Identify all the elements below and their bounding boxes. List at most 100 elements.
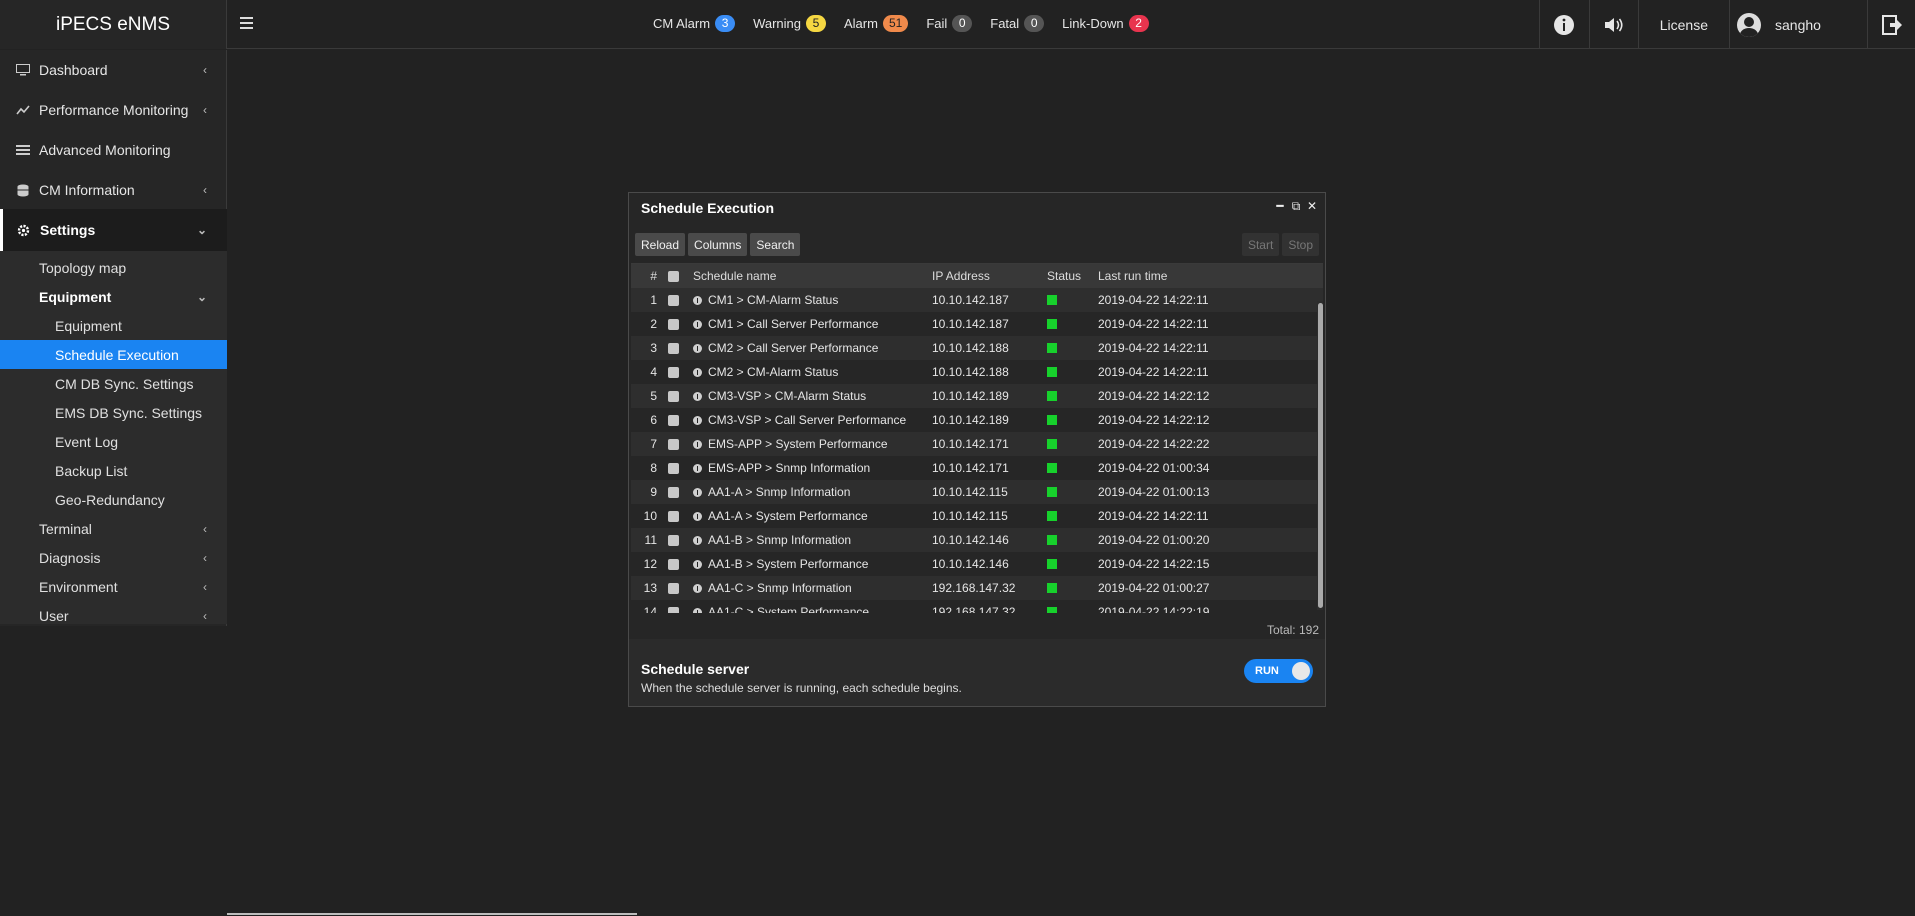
info-icon[interactable] [693,319,702,329]
grid-scrollbar[interactable] [1318,303,1323,608]
row-checkbox[interactable] [660,366,686,378]
column-header-ip[interactable]: IP Address [926,269,1041,283]
sidebar-item-ems-db-sync[interactable]: EMS DB Sync. Settings [0,398,227,427]
window-title[interactable]: Schedule Execution [629,193,1325,223]
sidebar-item-cm-db-sync[interactable]: CM DB Sync. Settings [0,369,227,398]
sidebar-item-schedule-execution[interactable]: Schedule Execution [0,340,227,369]
row-checkbox[interactable] [660,534,686,546]
sidebar-item-diagnosis[interactable]: Diagnosis ‹ [0,543,227,572]
restore-icon[interactable]: ⧉ [1291,199,1301,213]
info-icon[interactable] [693,535,702,545]
row-checkbox[interactable] [660,414,686,426]
sidebar-item-cm-information[interactable]: CM Information ‹ [0,170,227,210]
sidebar-item-equipment-group[interactable]: Equipment ⌄ [0,282,227,311]
logout-button[interactable] [1867,0,1915,49]
sidebar-item-terminal[interactable]: Terminal ‹ [0,514,227,543]
table-row[interactable]: 6 CM3-VSP > Call Server Performance 10.10.… [631,408,1323,432]
info-button[interactable] [1538,0,1589,49]
schedule-name-cell: EMS-APP > Snmp Information [686,461,926,475]
sidebar-item-environment[interactable]: Environment ‹ [0,572,227,601]
row-checkbox[interactable] [660,510,686,522]
app-title[interactable]: iPECS eNMS [0,0,227,49]
ip-address-cell: 10.10.142.115 [932,485,1008,499]
info-icon[interactable] [693,295,702,305]
license-link[interactable]: License [1637,0,1729,49]
table-row[interactable]: 14 AA1-C > System Performance 192.168.147.… [631,600,1323,613]
alarm-link-down[interactable]: Link-Down 2 [1062,15,1149,32]
table-row[interactable]: 5 CM3-VSP > CM-Alarm Status 10.10.142.189 2… [631,384,1323,408]
info-icon[interactable] [693,583,702,593]
info-icon[interactable] [693,367,702,377]
schedule-server-toggle[interactable]: RUN [1244,659,1313,683]
sidebar-item-settings[interactable]: Settings ⌄ [0,209,227,251]
info-icon[interactable] [693,487,702,497]
status-indicator [1047,391,1057,401]
minimize-icon[interactable]: ━ [1275,199,1285,213]
row-checkbox[interactable] [660,390,686,402]
row-checkbox[interactable] [660,438,686,450]
table-row[interactable]: 9 AA1-A > Snmp Information 10.10.142.115 20… [631,480,1323,504]
alarm-fatal[interactable]: Fatal 0 [990,15,1045,32]
sidebar-item-user[interactable]: User ‹ [0,601,227,630]
info-icon[interactable] [693,559,702,569]
search-button[interactable]: Search [750,233,801,256]
column-header-status[interactable]: Status [1041,269,1096,283]
table-row[interactable]: 13 AA1-C > Snmp Information 192.168.147.32… [631,576,1323,600]
info-icon[interactable] [693,343,702,353]
info-icon[interactable] [693,607,702,613]
table-row[interactable]: 3 CM2 > Call Server Performance 10.10.142.… [631,336,1323,360]
ip-address-cell: 10.10.142.188 [932,341,1009,355]
sidebar-item-event-log[interactable]: Event Log [0,427,227,456]
table-row[interactable]: 8 EMS-APP > Snmp Information 10.10.142.171… [631,456,1323,480]
table-row[interactable]: 7 EMS-APP > System Performance 10.10.142.1… [631,432,1323,456]
row-checkbox[interactable] [660,606,686,613]
last-run-cell: 2019-04-22 14:22:11 [1098,509,1209,523]
table-row[interactable]: 4 CM2 > CM-Alarm Status 10.10.142.188 2019-… [631,360,1323,384]
table-row[interactable]: 11 AA1-B > Snmp Information 10.10.142.146 2… [631,528,1323,552]
info-icon[interactable] [693,415,702,425]
sidebar-item-label: CM Information [39,182,135,198]
row-checkbox[interactable] [660,318,686,330]
row-checkbox[interactable] [660,486,686,498]
sidebar-item-equipment[interactable]: Equipment [0,311,227,340]
alarm-warning[interactable]: Warning 5 [753,15,826,32]
row-checkbox[interactable] [660,294,686,306]
start-button[interactable]: Start [1241,233,1280,256]
status-cell [1041,391,1096,401]
sidebar-item-dashboard[interactable]: Dashboard ‹ [0,50,227,90]
alarm-alarm[interactable]: Alarm 51 [844,15,909,32]
sound-button[interactable] [1588,0,1638,49]
alarm-fail-label: Fail [926,16,948,31]
last-run-cell: 2019-04-22 14:22:19 [1098,605,1210,613]
close-icon[interactable]: ✕ [1307,199,1317,213]
info-icon[interactable] [693,391,702,401]
table-row[interactable]: 12 AA1-B > System Performance 10.10.142.14… [631,552,1323,576]
select-all-checkbox[interactable] [660,270,686,282]
info-icon[interactable] [693,439,702,449]
schedule-name: CM3-VSP > CM-Alarm Status [708,389,867,403]
sidebar-item-geo-redundancy[interactable]: Geo-Redundancy [0,485,227,514]
sidebar-item-backup-list[interactable]: Backup List [0,456,227,485]
row-checkbox[interactable] [660,582,686,594]
alarm-cm[interactable]: CM Alarm 3 [653,15,736,32]
columns-button[interactable]: Columns [688,233,748,256]
user-menu[interactable]: sangho [1729,0,1867,49]
sidebar-item-advanced-monitoring[interactable]: Advanced Monitoring [0,130,227,170]
stop-button[interactable]: Stop [1282,233,1319,256]
horizontal-scrollbar[interactable] [227,913,637,915]
sidebar-item-topology-map[interactable]: Topology map [0,253,227,282]
info-icon[interactable] [693,511,702,521]
reload-button[interactable]: Reload [635,233,686,256]
alarm-fail[interactable]: Fail 0 [926,15,973,32]
info-icon[interactable] [693,463,702,473]
table-row[interactable]: 10 AA1-A > System Performance 10.10.142.11… [631,504,1323,528]
row-checkbox[interactable] [660,558,686,570]
column-header-last-run[interactable]: Last run time [1096,269,1246,283]
row-checkbox[interactable] [660,462,686,474]
sidebar-item-performance-monitoring[interactable]: Performance Monitoring ‹ [0,90,227,130]
table-row[interactable]: 2 CM1 > Call Server Performance 10.10.142.… [631,312,1323,336]
row-checkbox[interactable] [660,342,686,354]
hamburger-menu-icon[interactable] [240,13,258,33]
table-row[interactable]: 1 CM1 > CM-Alarm Status 10.10.142.187 2019-… [631,288,1323,312]
column-header-name[interactable]: Schedule name [686,269,926,283]
